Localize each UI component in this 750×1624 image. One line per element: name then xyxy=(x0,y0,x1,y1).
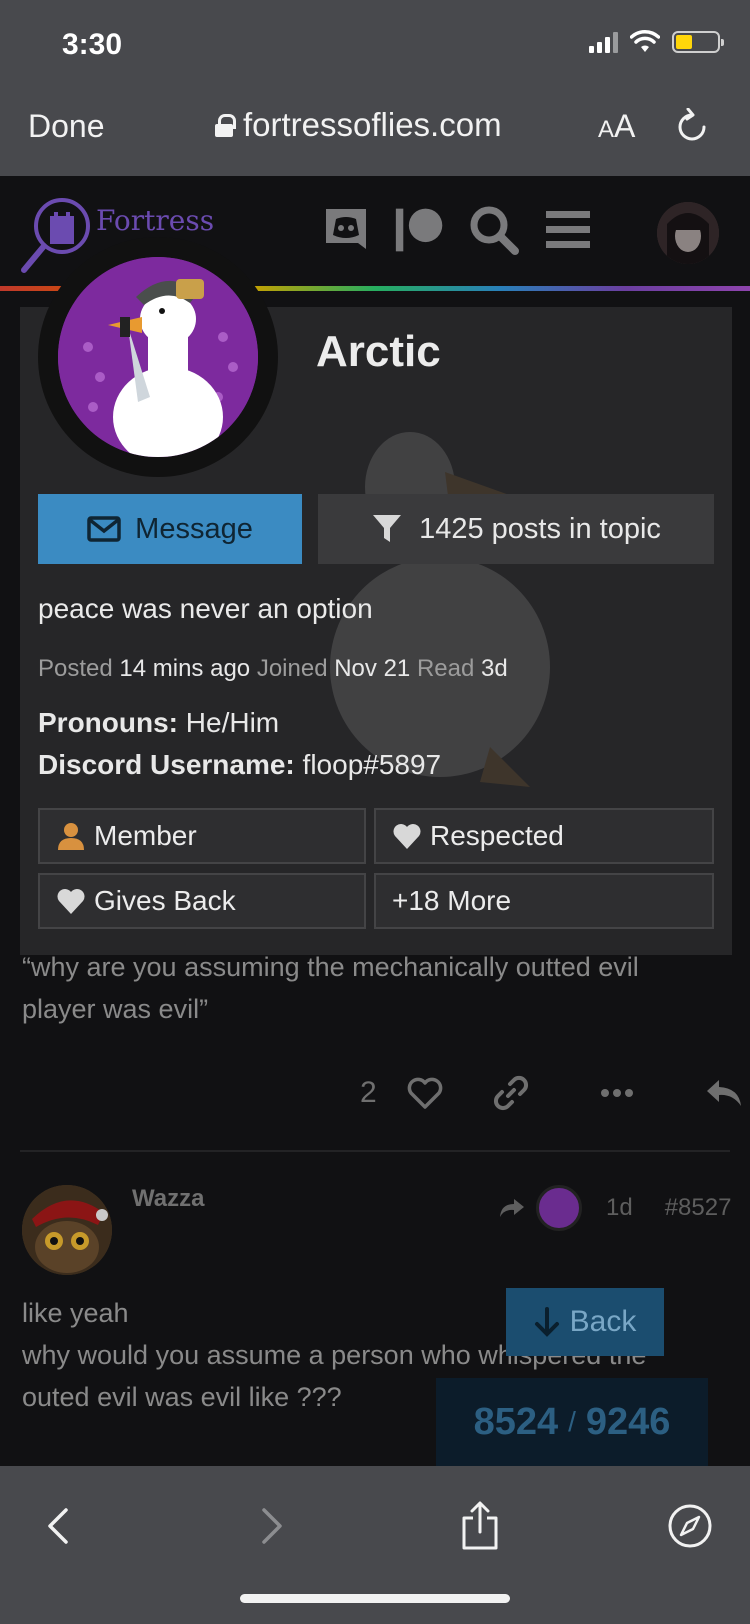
text-size-button[interactable]: AA xyxy=(598,108,635,145)
user-bio: peace was never an option xyxy=(38,593,373,624)
user-meta: Posted 14 mins ago Joined Nov 21 Read 3d xyxy=(38,655,508,683)
safari-toolbar xyxy=(0,1466,750,1624)
home-indicator xyxy=(240,1594,510,1603)
message-button[interactable]: Message xyxy=(38,494,302,564)
posted-value: 14 mins ago xyxy=(119,655,251,682)
heart-icon[interactable] xyxy=(407,1077,443,1109)
badge-respected[interactable]: Respected xyxy=(374,808,714,864)
search-button[interactable] xyxy=(468,204,520,256)
reply-author[interactable]: Wazza xyxy=(132,1185,204,1213)
pronouns-field: Pronouns: He/Him xyxy=(38,707,279,739)
status-time: 3:30 xyxy=(62,28,123,61)
browser-forward-button[interactable] xyxy=(242,1496,302,1556)
read-label: Read xyxy=(416,655,475,682)
arrow-down-icon xyxy=(534,1307,559,1337)
reload-button[interactable] xyxy=(675,107,709,151)
reply-line-1: like yeah xyxy=(22,1298,129,1328)
user-card-avatar[interactable] xyxy=(38,237,278,477)
like-count: 2 xyxy=(360,1076,377,1109)
posts-in-topic-label: 1425 posts in topic xyxy=(419,512,661,545)
url-text: fortressoflies.com xyxy=(243,106,502,143)
reply-icon[interactable] xyxy=(705,1078,743,1108)
progress-current: 8524 xyxy=(473,1400,559,1443)
message-label: Message xyxy=(135,512,253,545)
wifi-icon xyxy=(630,30,660,52)
filter-icon xyxy=(373,515,402,542)
filter-posts-button[interactable]: 1425 posts in topic xyxy=(318,494,714,564)
reply-to-avatar[interactable] xyxy=(536,1185,582,1231)
patreon-button[interactable] xyxy=(394,204,446,256)
battery-icon xyxy=(672,31,724,53)
badge-label: +18 More xyxy=(392,885,512,916)
post-quote-line-2: player was evil” xyxy=(22,994,209,1024)
reply-age[interactable]: 1d xyxy=(606,1194,633,1222)
patreon-icon xyxy=(395,208,443,252)
logo-text: Fortress xyxy=(96,203,215,237)
badge-member[interactable]: Member xyxy=(38,808,366,864)
user-card-username[interactable]: Arctic xyxy=(316,327,441,377)
heart-icon xyxy=(393,824,421,849)
reload-icon xyxy=(678,107,706,141)
badge-label: Respected xyxy=(430,820,564,851)
back-label: Back xyxy=(569,1305,637,1338)
signal-icon xyxy=(589,31,618,53)
avatar-image xyxy=(657,202,719,264)
posted-label: Posted xyxy=(38,655,113,682)
goose-avatar-image xyxy=(58,257,258,457)
wazza-avatar[interactable] xyxy=(22,1185,112,1275)
compass-icon xyxy=(668,1504,712,1548)
read-value: 3d xyxy=(480,655,508,682)
share-button[interactable] xyxy=(450,1496,510,1556)
browser-back-button[interactable] xyxy=(28,1496,88,1556)
ios-top-bar: 3:30 Done fortressoflies.com AA xyxy=(0,0,750,176)
discord-value: floop#5897 xyxy=(302,749,442,780)
joined-value: Nov 21 xyxy=(334,655,411,682)
joined-label: Joined xyxy=(256,655,328,682)
badge-more[interactable]: +18 More xyxy=(374,873,714,929)
discord-label: Discord Username: xyxy=(38,749,295,780)
hamburger-icon xyxy=(546,211,590,248)
reply-post-number[interactable]: #8527 xyxy=(665,1194,732,1222)
reply-meta: 1d #8527 xyxy=(498,1185,731,1231)
user-card: Arctic Message 1425 posts in topic peace… xyxy=(20,237,732,955)
discord-field: Discord Username: floop#5897 xyxy=(38,749,441,781)
badge-gives-back[interactable]: Gives Back xyxy=(38,873,366,929)
user-icon xyxy=(58,823,84,850)
pronouns-value: He/Him xyxy=(185,707,280,738)
reply-line-3: outed evil was evil like ??? xyxy=(22,1382,342,1412)
owl-avatar-image xyxy=(22,1185,112,1275)
pronouns-label: Pronouns: xyxy=(38,707,178,738)
search-icon xyxy=(470,206,519,255)
chevron-left-icon xyxy=(48,1508,68,1544)
more-icon[interactable] xyxy=(599,1087,635,1099)
share-icon xyxy=(462,1501,498,1550)
link-icon[interactable] xyxy=(493,1075,529,1111)
back-button[interactable]: Back xyxy=(506,1288,664,1356)
status-icons xyxy=(589,30,724,54)
reply-to-icon[interactable] xyxy=(498,1197,526,1219)
chevron-right-icon xyxy=(262,1508,282,1544)
progress-total: 9246 xyxy=(585,1400,671,1443)
header-icons xyxy=(320,204,594,256)
done-button[interactable]: Done xyxy=(28,108,105,145)
url-field[interactable]: fortressoflies.com xyxy=(215,106,502,144)
progress-separator: / xyxy=(568,1406,576,1437)
current-user-avatar[interactable] xyxy=(657,202,719,264)
menu-button[interactable] xyxy=(542,204,594,256)
discord-button[interactable] xyxy=(320,204,372,256)
post-actions: 2 xyxy=(360,1075,743,1111)
topic-progress[interactable]: 8524 / 9246 xyxy=(436,1378,708,1466)
lock-icon xyxy=(215,114,236,137)
post-divider xyxy=(20,1150,730,1152)
badge-label: Gives Back xyxy=(94,885,236,916)
badge-label: Member xyxy=(94,820,197,851)
discord-icon xyxy=(326,209,366,249)
safari-address-bar: Done fortressoflies.com AA xyxy=(0,100,750,156)
safari-compass-button[interactable] xyxy=(660,1496,720,1556)
heart-icon xyxy=(57,889,85,914)
envelope-icon xyxy=(87,516,121,542)
